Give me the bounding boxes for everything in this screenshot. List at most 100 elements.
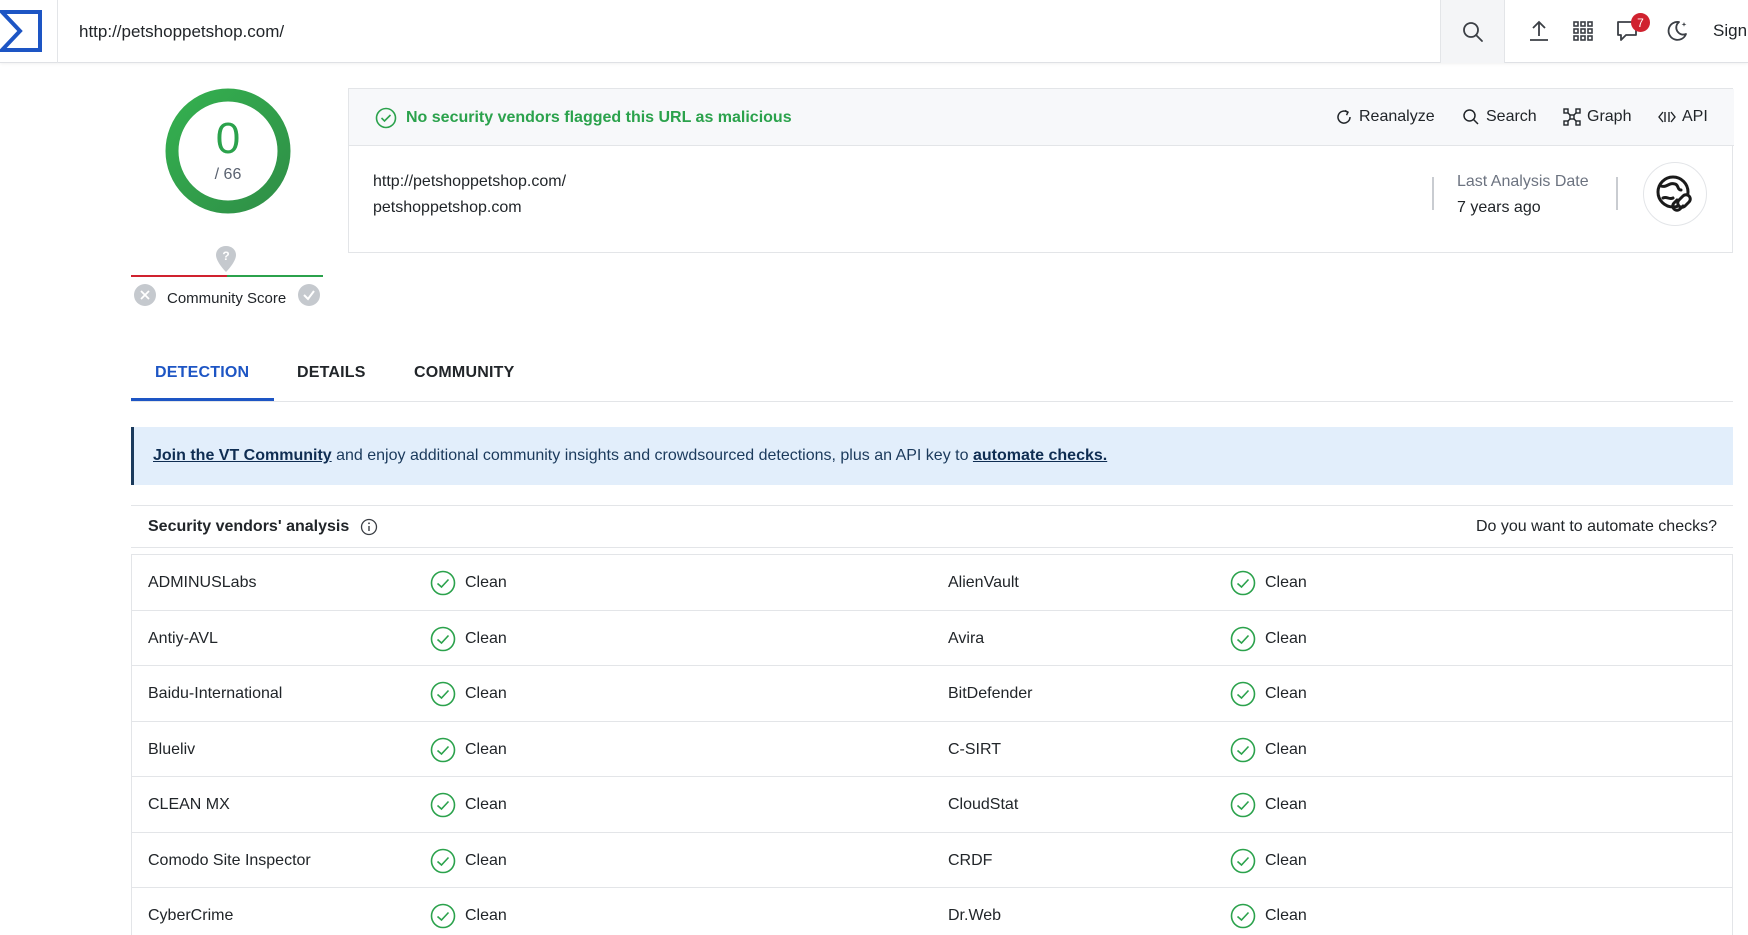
community-score-bar-negative	[131, 275, 227, 277]
vendor-result: Clean	[465, 685, 507, 702]
apps-button[interactable]	[1569, 17, 1597, 45]
vendor-name: Avira	[948, 629, 985, 647]
detection-score-circle: 0 / 66	[163, 86, 293, 216]
virustotal-logo-icon[interactable]	[0, 8, 44, 54]
vendor-row: Baidu-International Clean BitDefender Clean	[132, 666, 1732, 722]
automate-checks-link[interactable]: automate checks.	[973, 447, 1107, 464]
check-circle-icon	[1230, 903, 1256, 929]
last-analysis-label: Last Analysis Date	[1457, 173, 1589, 190]
reanalyze-button[interactable]: Reanalyze	[1335, 108, 1435, 126]
vendors-header: Security vendors' analysis Do you want t…	[131, 505, 1733, 548]
analyzed-domain[interactable]: petshoppetshop.com	[373, 199, 522, 217]
check-circle-icon	[1230, 681, 1256, 707]
vendor-result: Clean	[465, 629, 507, 647]
summary-header: No security vendors flagged this URL as …	[349, 89, 1734, 146]
check-circle-icon	[430, 626, 456, 652]
vote-harmless-button[interactable]	[298, 284, 320, 306]
api-button[interactable]: API	[1658, 108, 1708, 126]
tab-bar: DETECTION DETAILS COMMUNITY	[131, 355, 1733, 402]
banner-text: and enjoy additional community insights …	[331, 447, 973, 464]
last-analysis-value: 7 years ago	[1457, 199, 1541, 216]
vendor-name: AlienVault	[948, 574, 1019, 591]
vendor-result: Clean	[1265, 629, 1307, 647]
tab-details[interactable]: DETAILS	[297, 364, 366, 382]
api-icon	[1658, 111, 1676, 123]
graph-icon	[1563, 108, 1581, 126]
check-circle-icon	[430, 903, 456, 929]
vendor-row: Blueliv Clean C-SIRT Clean	[132, 722, 1732, 777]
upload-button[interactable]	[1525, 17, 1553, 45]
analysis-summary-card: No security vendors flagged this URL as …	[348, 88, 1734, 253]
refresh-icon	[1337, 109, 1351, 124]
check-circle-icon	[430, 681, 456, 707]
vendor-name: CloudStat	[948, 796, 1019, 813]
vendor-result: Clean	[465, 740, 507, 758]
detection-count: 0	[215, 114, 241, 163]
vendor-name: CyberCrime	[148, 907, 234, 924]
tab-detection[interactable]: DETECTION	[155, 364, 249, 382]
community-score-label: Community Score	[167, 290, 287, 307]
check-circle-icon	[430, 737, 456, 763]
upload-icon	[1530, 20, 1548, 41]
divider	[1616, 177, 1618, 210]
vendor-result: Clean	[465, 796, 507, 813]
vendor-name: BitDefender	[948, 685, 1033, 702]
vendor-result: Clean	[465, 907, 507, 924]
vendor-result: Clean	[1265, 907, 1307, 924]
vendor-name: Dr.Web	[948, 907, 1002, 924]
reanalyze-label: Reanalyze	[1359, 108, 1435, 125]
vendor-name: CRDF	[948, 851, 993, 869]
vendor-name: Baidu-International	[148, 685, 283, 702]
close-icon	[140, 290, 150, 300]
api-label: API	[1682, 108, 1708, 125]
vendor-name: ADMINUSLabs	[148, 574, 257, 591]
community-banner: Join the VT Community and enjoy addition…	[131, 427, 1733, 485]
vendor-row: ADMINUSLabs Clean AlienVault Clean	[132, 555, 1732, 611]
sign-in-link[interactable]: Sign	[1713, 21, 1747, 41]
vendor-result: Clean	[1265, 574, 1307, 591]
vendor-row: Antiy-AVL Clean Avira Clean	[132, 611, 1732, 666]
check-circle-icon	[430, 570, 456, 596]
vendor-row: CyberCrime Clean Dr.Web Clean	[132, 888, 1732, 935]
join-community-link[interactable]: Join the VT Community	[153, 447, 332, 464]
check-circle-icon	[1230, 626, 1256, 652]
analyzed-url[interactable]: http://petshoppetshop.com/	[373, 173, 566, 191]
vendor-row: Comodo Site Inspector Clean CRDF Clean	[132, 833, 1732, 888]
moon-icon	[1667, 21, 1687, 41]
top-bar: 7 Sign	[0, 0, 1748, 63]
vendor-row: CLEAN MX Clean CloudStat Clean	[132, 777, 1732, 833]
check-circle-icon	[430, 848, 456, 874]
link-globe-icon	[1643, 162, 1707, 226]
search-icon	[1463, 109, 1479, 125]
info-icon[interactable]	[360, 518, 378, 536]
check-icon	[303, 290, 315, 301]
vendor-result: Clean	[465, 851, 507, 869]
vendors-table: ADMINUSLabs Clean AlienVault Clean Antiy-AVL…	[131, 554, 1733, 935]
check-circle-icon	[430, 792, 456, 818]
theme-toggle-button[interactable]	[1663, 17, 1691, 45]
vote-harmful-button[interactable]	[134, 284, 156, 306]
automate-checks-prompt[interactable]: Do you want to automate checks?	[1476, 518, 1717, 536]
search-button[interactable]	[1440, 0, 1505, 63]
check-circle-icon	[1230, 792, 1256, 818]
check-circle-icon	[1230, 570, 1256, 596]
vendor-name: Comodo Site Inspector	[148, 851, 311, 869]
search-action-label: Search	[1486, 108, 1537, 125]
vendor-name: C-SIRT	[948, 740, 1002, 758]
vendor-result: Clean	[1265, 796, 1307, 813]
vendor-name: Antiy-AVL	[148, 629, 218, 647]
graph-button[interactable]: Graph	[1563, 108, 1631, 126]
active-tab-indicator	[131, 398, 274, 401]
community-score-bar-positive	[227, 275, 323, 277]
search-action-button[interactable]: Search	[1462, 108, 1537, 126]
graph-label: Graph	[1587, 108, 1632, 125]
notification-badge: 7	[1631, 13, 1650, 32]
vendor-result: Clean	[465, 574, 507, 591]
check-circle-icon	[1230, 848, 1256, 874]
grid-icon	[1573, 21, 1593, 41]
vendor-name: Blueliv	[148, 740, 196, 758]
search-input[interactable]	[60, 0, 1440, 63]
search-icon	[1462, 21, 1483, 42]
tab-community[interactable]: COMMUNITY	[414, 364, 514, 382]
vendor-result: Clean	[1265, 851, 1307, 869]
